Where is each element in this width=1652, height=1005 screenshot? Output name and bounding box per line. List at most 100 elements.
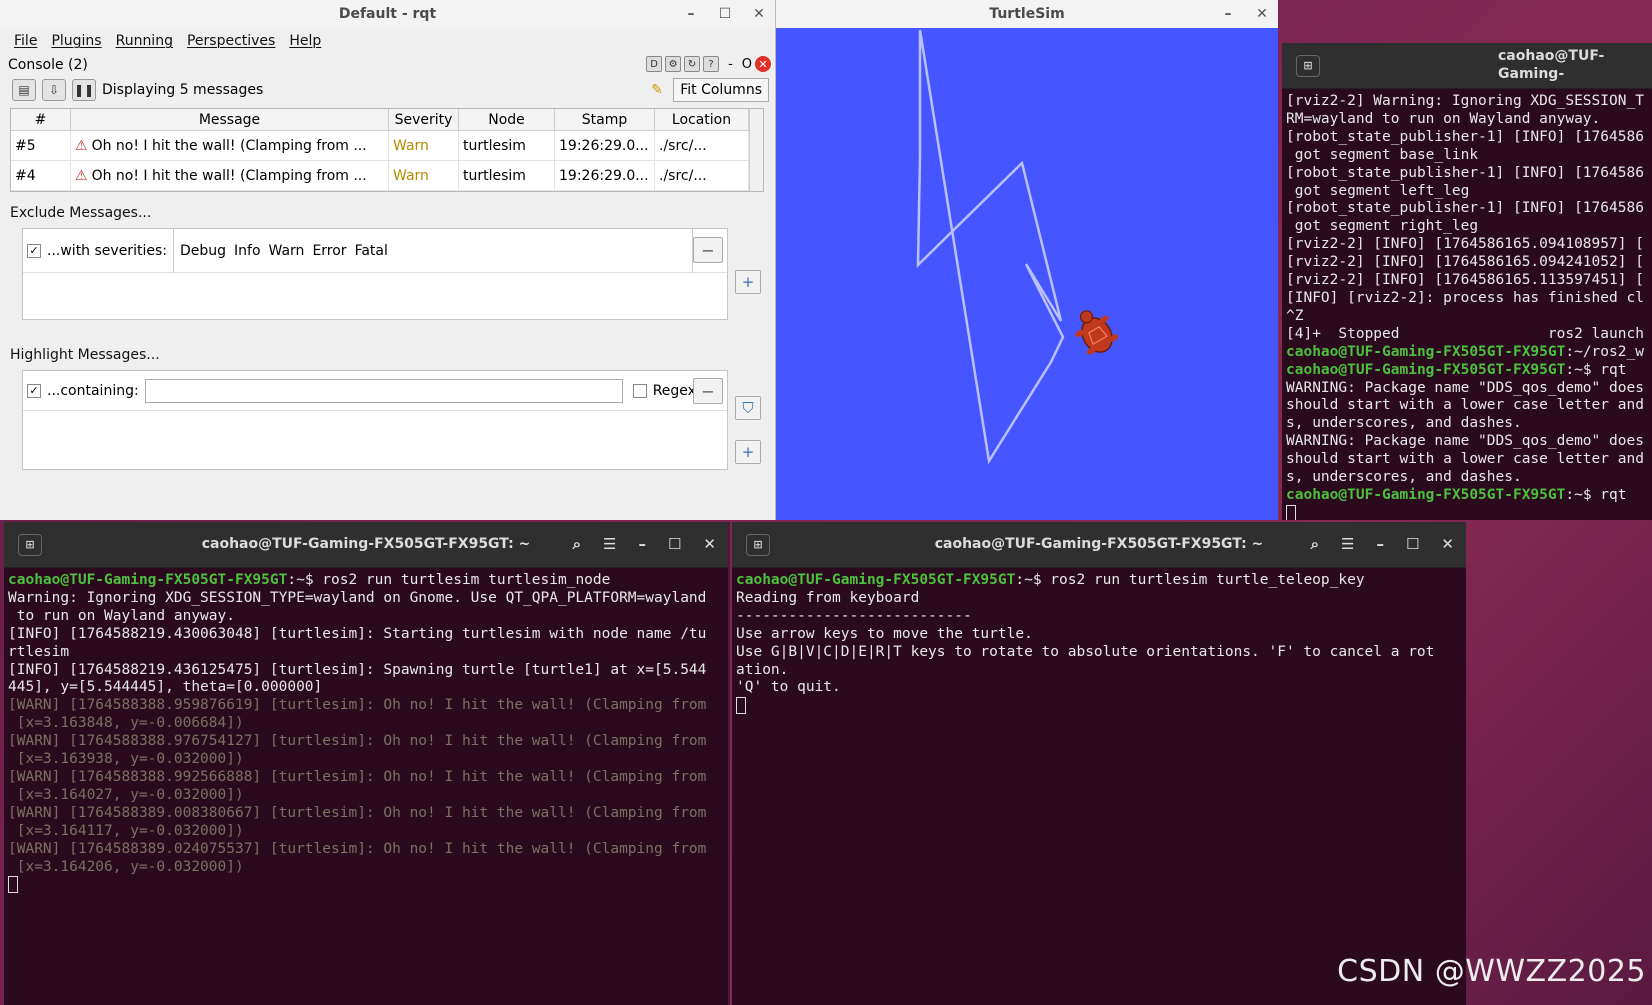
severity-error[interactable]: Error [312,243,346,259]
terminal-output[interactable]: caohao@TUF-Gaming-FX505GT-FX95GT:~$ ros2… [732,568,1466,717]
menu-icon[interactable]: ☰ [1341,535,1354,554]
new-tab-icon[interactable]: ⊞ [18,534,42,556]
close-icon[interactable]: ✕ [703,535,716,554]
highlight-filter-icon[interactable]: ⛉ [735,396,761,420]
remove-exclude-button[interactable]: − [693,237,723,263]
severity-info[interactable]: Info [234,243,261,259]
console-dock-header: Console (2) D ⚙ ↻ ? - O ✕ [0,54,775,76]
terminal-line: got segment base_link [1286,146,1479,163]
terminal-line: [robot_state_publisher-1] [INFO] [176458… [1286,164,1644,181]
dock-close-icon[interactable]: ✕ [755,56,771,72]
rqt-title: Default - rqt [338,6,437,22]
search-icon[interactable]: ⌕ [573,535,581,554]
terminal-titlebar[interactable]: ⊞ caohao@TUF-Gaming-FX505GT-FX95GT: ~ ⌕ … [4,522,728,568]
add-exclude-button[interactable]: + [735,270,761,294]
rqt-window: Default - rqt – ☐ ✕ File Plugins Running… [0,0,776,520]
maximize-icon[interactable]: ☐ [668,535,681,554]
warn-line: [WARN] [1764588389.008380667] [turtlesim… [8,804,707,821]
gear-icon[interactable]: ⚙ [665,56,682,72]
terminal-line: RM=wayland to run on Wayland anyway. [1286,110,1601,127]
close-icon[interactable]: ✕ [751,6,767,22]
row-id: #5 [11,131,71,161]
turtlesim-canvas [776,28,1278,520]
menu-perspectives[interactable]: Perspectives [187,33,275,49]
severity-warn[interactable]: Warn [269,243,305,259]
close-icon[interactable]: ✕ [1254,6,1270,22]
minimize-icon[interactable]: – [683,6,699,22]
highlight-checkbox[interactable]: ✓ [27,383,41,398]
exclude-messages-label: Exclude Messages... [10,205,152,221]
load-icon[interactable]: ⇩ [42,79,66,101]
terminal-line: WARNING: Package name "DDS_qos_demo" doe… [1286,433,1644,450]
menu-icon[interactable]: ☰ [603,535,616,554]
menu-help[interactable]: Help [289,33,321,49]
terminal-line: --------------------------- [736,607,972,624]
message-table: # Message Severity Node Stamp Location #… [10,108,764,192]
help-icon[interactable]: ? [703,56,720,72]
terminal-line: should start with a lower case letter an… [1286,397,1644,414]
new-tab-icon[interactable]: ⊞ [746,534,770,556]
containing-input[interactable] [144,378,623,403]
row-stamp: 19:26:29.0... [555,161,655,191]
col-severity[interactable]: Severity [389,109,459,131]
col-location[interactable]: Location [655,109,749,131]
table-row[interactable]: #4 ⚠ Oh no! I hit the wall! (Clamping fro… [11,161,763,191]
menu-file[interactable]: File [14,33,37,49]
warn-line: [WARN] [1764588388.976754127] [turtlesim… [8,733,707,750]
fit-columns-button[interactable]: Fit Columns [673,78,769,102]
prompt-command: :~$ rqt [1565,361,1627,378]
exclude-checkbox[interactable]: ✓ [27,243,41,258]
col-stamp[interactable]: Stamp [555,109,655,131]
col-message[interactable]: Message [71,109,389,131]
prompt-line: caohao@TUF-Gaming-FX505GT-FX95GT:~$ ros2… [736,572,1462,590]
prompt-user-host: caohao@TUF-Gaming-FX505GT-FX95GT [8,572,288,588]
col-node[interactable]: Node [459,109,555,131]
watermark: CSDN @WWZZ2025 [1337,954,1646,989]
dock-minimize-button[interactable]: - [728,57,733,72]
turtlesim-titlebar[interactable]: TurtleSim – ✕ [776,0,1278,28]
new-tab-icon[interactable]: ⊞ [1296,55,1320,77]
row-location: ./src/... [655,161,749,191]
maximize-icon[interactable]: ☐ [717,6,733,22]
prompt-user-host: caohao@TUF-Gaming-FX505GT-FX95GT [1286,486,1566,503]
terminal-output[interactable]: [rviz2-2] Warning: Ignoring XDG_SESSION_… [1282,89,1652,520]
regex-checkbox[interactable] [632,383,647,398]
save-icon[interactable]: ▤ [12,79,36,101]
terminal-titlebar[interactable]: ⊞ caohao@TUF-Gaming-FX505GT-FX95GT: ~ ⌕ … [732,522,1466,568]
pause-icon[interactable]: ❚❚ [72,79,96,101]
console-toolbar: ▤ ⇩ ❚❚ Displaying 5 messages ✎ Fit Colum… [0,76,775,104]
add-highlight-button[interactable]: + [735,440,761,464]
terminal-turtlesim-node: ⊞ caohao@TUF-Gaming-FX505GT-FX95GT: ~ ⌕ … [4,522,730,1005]
warn-line: [x=3.163938, y=-0.032000]) [8,751,244,768]
remove-highlight-button[interactable]: − [693,378,723,404]
dock-float-button[interactable]: O [742,57,752,72]
terminal-line: [rviz2-2] [INFO] [1764586165.094108957] … [1286,236,1644,253]
table-row[interactable]: #5 ⚠ Oh no! I hit the wall! (Clamping fro… [11,131,763,161]
warn-line: [WARN] [1764588389.024075537] [turtlesim… [8,840,707,857]
reload-icon[interactable]: ↻ [684,56,701,72]
dock-d-button[interactable]: D [646,56,663,72]
severity-debug[interactable]: Debug [180,243,226,259]
prompt-line: caohao@TUF-Gaming-FX505GT-FX95GT:~/ros2_… [1286,344,1648,362]
table-scrollbar[interactable] [749,109,763,191]
minimize-icon[interactable]: – [1220,6,1236,22]
warn-line: [x=3.164117, y=-0.032000]) [8,822,244,839]
rqt-titlebar[interactable]: Default - rqt – ☐ ✕ [0,0,775,28]
maximize-icon[interactable]: ☐ [1406,535,1419,554]
close-icon[interactable]: ✕ [1441,535,1454,554]
prompt-user-host: caohao@TUF-Gaming-FX505GT-FX95GT [736,572,1016,588]
minimize-icon[interactable]: – [638,535,646,554]
terminal-cursor [736,697,746,715]
minimize-icon[interactable]: – [1376,535,1384,554]
terminal-titlebar[interactable]: ⊞ caohao@TUF-Gaming- [1282,43,1652,89]
severity-fatal[interactable]: Fatal [355,243,388,259]
terminal-output[interactable]: caohao@TUF-Gaming-FX505GT-FX95GT:~$ ros2… [4,568,728,896]
menu-plugins[interactable]: Plugins [51,33,101,49]
highlight-icon[interactable]: ✎ [645,79,669,101]
menu-running[interactable]: Running [116,33,173,49]
terminal-line: ^Z [1286,307,1304,324]
regex-option[interactable]: Regex [632,383,696,399]
col-id[interactable]: # [11,109,71,131]
search-icon[interactable]: ⌕ [1311,535,1319,554]
turtle-path [916,29,1065,465]
